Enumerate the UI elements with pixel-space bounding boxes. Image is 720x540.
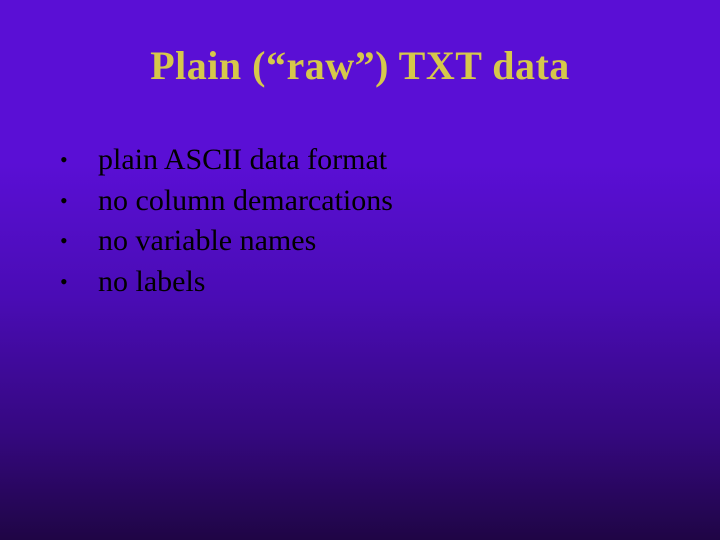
bullet-icon: •	[60, 226, 98, 256]
list-item: • no labels	[60, 262, 660, 303]
slide-title: Plain (“raw”) TXT data	[0, 42, 720, 89]
bullet-icon: •	[60, 145, 98, 175]
slide-content: • plain ASCII data format • no column de…	[60, 140, 660, 302]
bullet-text: plain ASCII data format	[98, 140, 387, 181]
bullet-text: no labels	[98, 262, 205, 303]
list-item: • no column demarcations	[60, 181, 660, 222]
bullet-text: no variable names	[98, 221, 316, 262]
bullet-text: no column demarcations	[98, 181, 393, 222]
slide: Plain (“raw”) TXT data • plain ASCII dat…	[0, 0, 720, 540]
bullet-icon: •	[60, 267, 98, 297]
bullet-icon: •	[60, 186, 98, 216]
list-item: • no variable names	[60, 221, 660, 262]
list-item: • plain ASCII data format	[60, 140, 660, 181]
